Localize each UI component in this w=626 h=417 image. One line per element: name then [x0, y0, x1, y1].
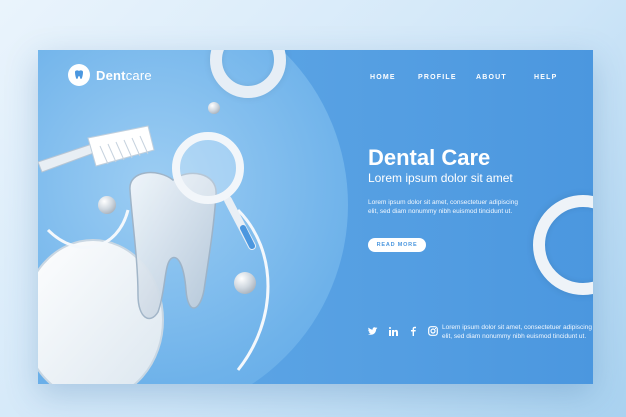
pearl-ball	[234, 272, 256, 294]
nav-about[interactable]: ABOUT	[476, 74, 534, 81]
nav-profile[interactable]: PROFILE	[418, 74, 476, 81]
toothbrush	[38, 125, 155, 173]
read-more-button[interactable]: READ MORE	[368, 238, 426, 252]
social-links	[368, 326, 438, 336]
facebook-icon[interactable]	[408, 326, 418, 336]
pearl-ball	[208, 102, 220, 114]
decorative-ring-right	[533, 195, 593, 295]
main-nav: HOME PROFILE ABOUT HELP	[370, 74, 574, 81]
landing-card: Dentcare HOME PROFILE ABOUT HELP Dental …	[38, 50, 593, 384]
twitter-icon[interactable]	[368, 326, 378, 336]
nav-help[interactable]: HELP	[534, 74, 574, 81]
dental-illustration	[38, 125, 270, 384]
hero-subtitle: Lorem ipsum dolor sit amet	[368, 171, 513, 185]
instagram-icon[interactable]	[428, 326, 438, 336]
linkedin-icon[interactable]	[388, 326, 398, 336]
footer-text: Lorem ipsum dolor sit amet, consectetuer…	[442, 324, 592, 340]
nav-home[interactable]: HOME	[370, 74, 418, 81]
pearl-ball	[98, 196, 116, 214]
hero-body-text: Lorem ipsum dolor sit amet, consectetuer…	[368, 199, 518, 215]
hero-title: Dental Care	[368, 145, 491, 170]
